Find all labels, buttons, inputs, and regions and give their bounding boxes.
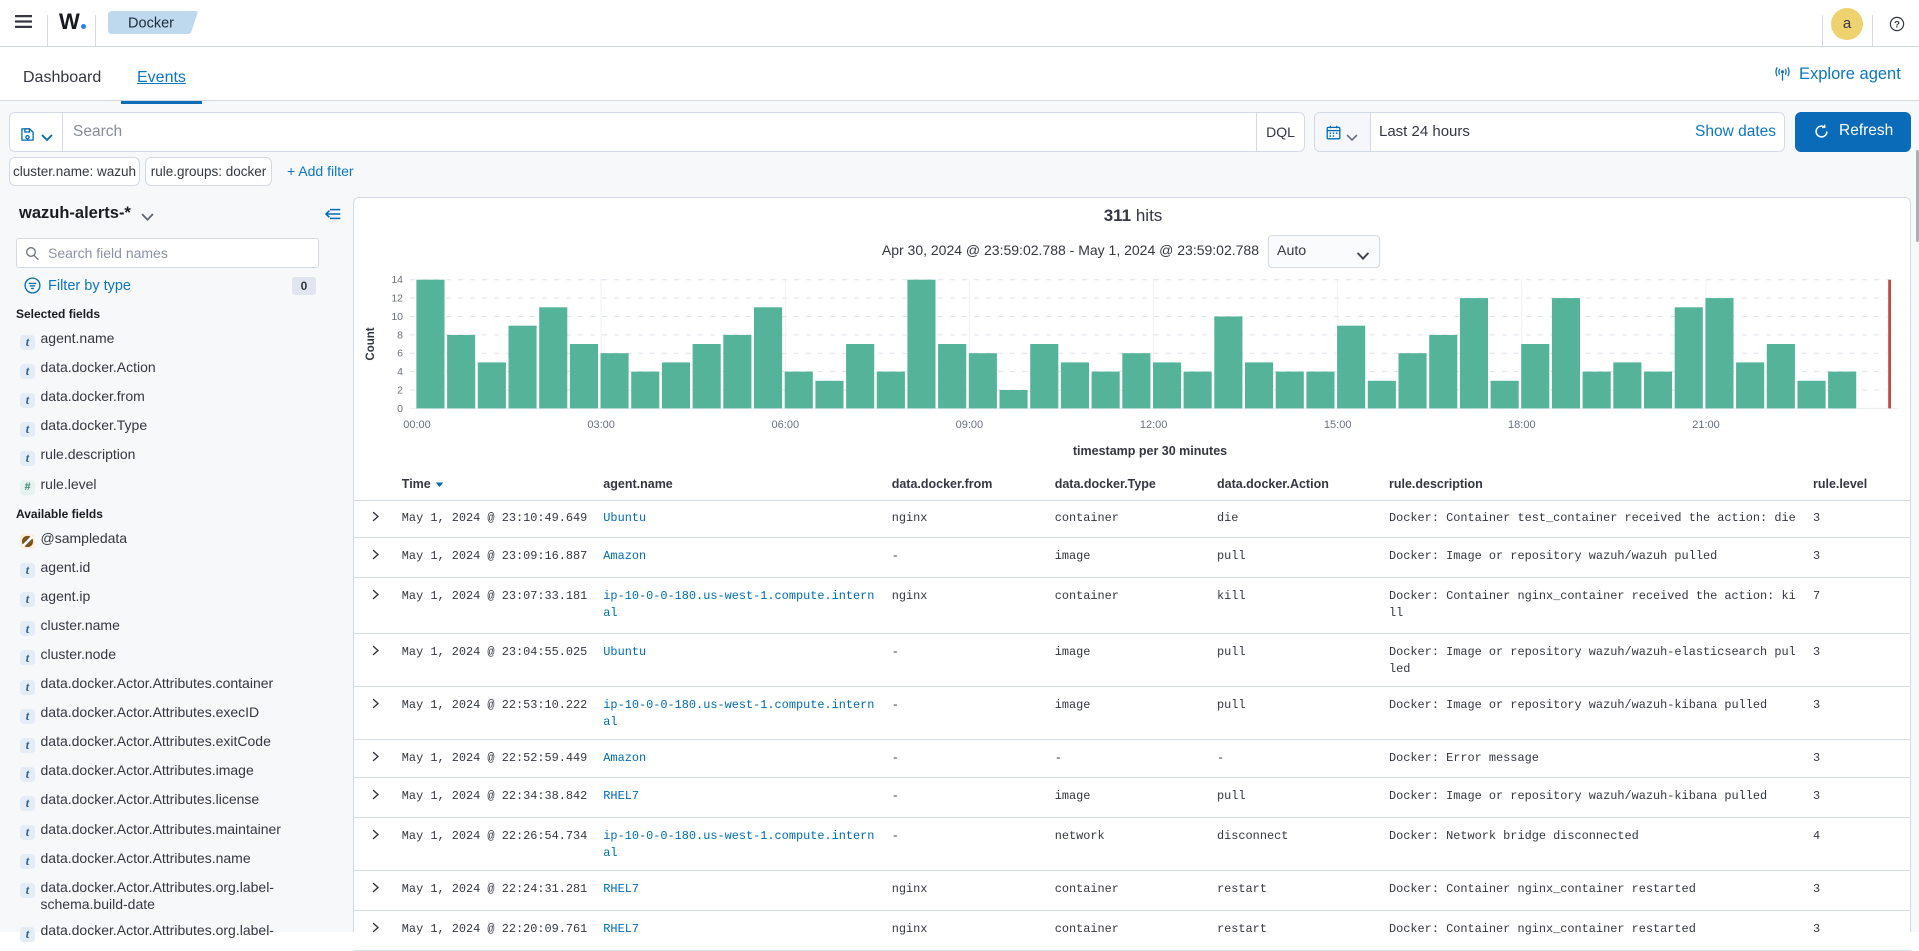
svg-text:00:00: 00:00 [403, 419, 431, 431]
svg-text:Count: Count [365, 327, 377, 360]
svg-text:12: 12 [391, 293, 403, 305]
svg-text:18:00: 18:00 [1508, 419, 1536, 431]
svg-text:12:00: 12:00 [1140, 419, 1168, 431]
svg-text:0: 0 [397, 403, 403, 415]
svg-text:4: 4 [397, 366, 403, 378]
svg-text:Docker: Docker [128, 16, 174, 32]
svg-text:21:00: 21:00 [1692, 419, 1720, 431]
svg-text:15:00: 15:00 [1324, 419, 1352, 431]
svg-text:09:00: 09:00 [956, 419, 984, 431]
svg-text:8: 8 [397, 329, 403, 341]
svg-text:2: 2 [397, 385, 403, 397]
svg-text:10: 10 [391, 311, 403, 323]
svg-text:?: ? [1894, 19, 1900, 30]
svg-text:6: 6 [397, 348, 403, 360]
svg-text:14: 14 [391, 274, 403, 286]
svg-text:03:00: 03:00 [587, 419, 615, 431]
svg-text:06:00: 06:00 [772, 419, 800, 431]
